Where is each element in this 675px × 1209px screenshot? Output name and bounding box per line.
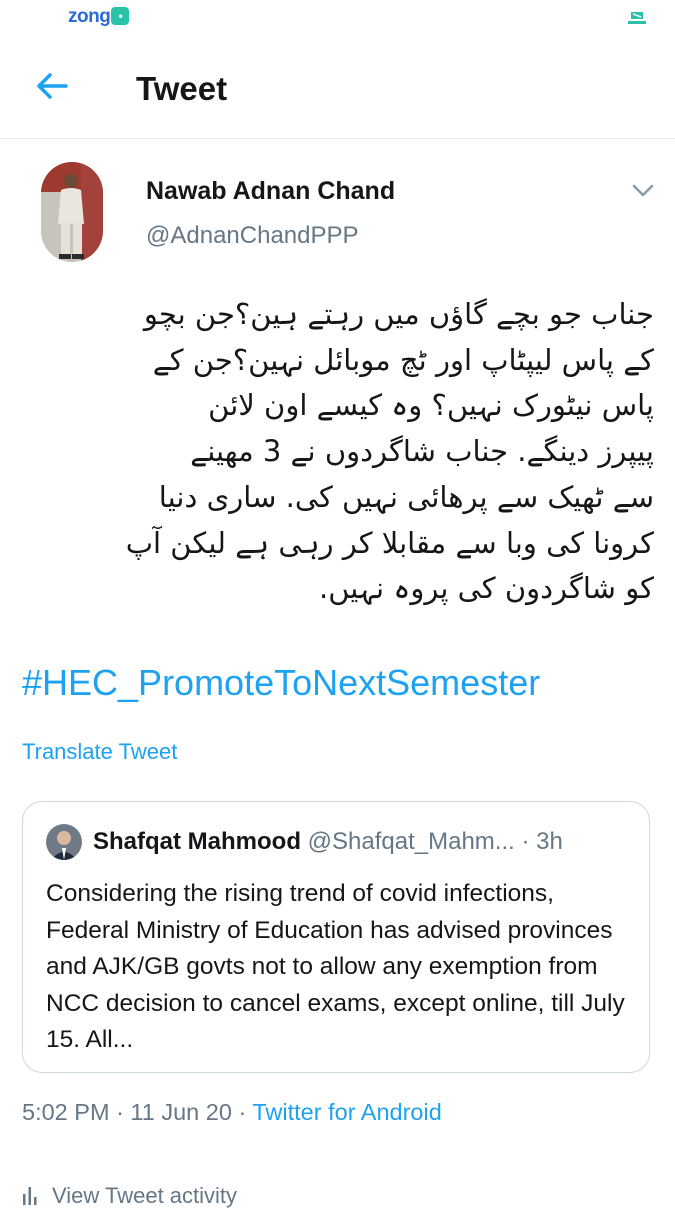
tweet-date: 11 Jun 20 [130, 1099, 232, 1125]
quoted-tweet-time: 3h [536, 828, 563, 855]
tweet-text-line: پیپرز دینگے. جناب شاگردوں نے 3 مھینے [190, 434, 654, 469]
hashtag-link[interactable]: #HEC_PromoteToNextSemester [22, 662, 540, 704]
back-button[interactable] [30, 64, 74, 108]
tweet-text-line: سے ٹھیک سے پرھائی نہیں کی. ساری دنیا [158, 479, 654, 514]
tweet-meta: 5:02 PM · 11 Jun 20 · Twitter for Androi… [22, 1099, 442, 1126]
tweet-menu-button[interactable] [626, 176, 660, 204]
carrier-name: zong [68, 6, 111, 27]
back-arrow-icon [37, 73, 68, 99]
quoted-author-avatar [46, 824, 82, 860]
quoted-tweet-header: Shafqat Mahmood @Shafqat_Mahm... · 3h [93, 828, 641, 856]
top-app-bar: Tweet [0, 40, 675, 139]
tweet-text-line: کے پاس لیپٹاپ اور ٹچ موبائل نہین؟جن کے [152, 342, 654, 377]
tweet-time: 5:02 PM [22, 1099, 110, 1125]
bar-chart-icon [23, 1187, 37, 1205]
author-avatar[interactable] [41, 162, 103, 262]
status-bar: zong • [0, 0, 675, 36]
tweet-text: جناب جو بچے گاؤں میں رہتے ہین؟جن بچو کے … [22, 292, 654, 612]
quoted-tweet-card[interactable]: Shafqat Mahmood @Shafqat_Mahm... · 3h Co… [22, 801, 650, 1073]
chevron-down-icon [632, 184, 654, 197]
tweet-text-line: کو شاگردون کی پروہ نہیں. [319, 571, 654, 606]
quoted-time-separator: · [521, 828, 530, 855]
carrier-badge: • [111, 7, 130, 25]
tweet-source-link[interactable]: Twitter for Android [252, 1099, 441, 1125]
tweet-text-line: پاس نیٹورک نہیں؟ وہ کیسے اون لائن [208, 388, 654, 423]
quoted-author-name: Shafqat Mahmood [93, 828, 301, 855]
tweet-text-line: جناب جو بچے گاؤں میں رہتے ہین؟جن بچو [143, 297, 654, 331]
author-name[interactable]: Nawab Adnan Chand [146, 177, 395, 206]
notification-icon [628, 12, 646, 24]
view-tweet-activity-link[interactable]: View Tweet activity [22, 1183, 237, 1209]
carrier-logo: zong • [68, 6, 130, 28]
translate-tweet-link[interactable]: Translate Tweet [22, 739, 177, 765]
page-title: Tweet [136, 70, 228, 107]
quoted-tweet-text: Considering the rising trend of covid in… [46, 880, 625, 1053]
author-handle[interactable]: @AdnanChandPPP [146, 222, 359, 250]
meta-separator: · [238, 1099, 247, 1125]
quoted-author-handle: @Shafqat_Mahm... [307, 828, 515, 855]
tweet-text-line: کرونا کی وبا سے مقابلا کر رہی ہے لیکن آپ [125, 525, 654, 560]
meta-separator: · [116, 1099, 124, 1125]
view-tweet-activity-label: View Tweet activity [52, 1183, 238, 1208]
